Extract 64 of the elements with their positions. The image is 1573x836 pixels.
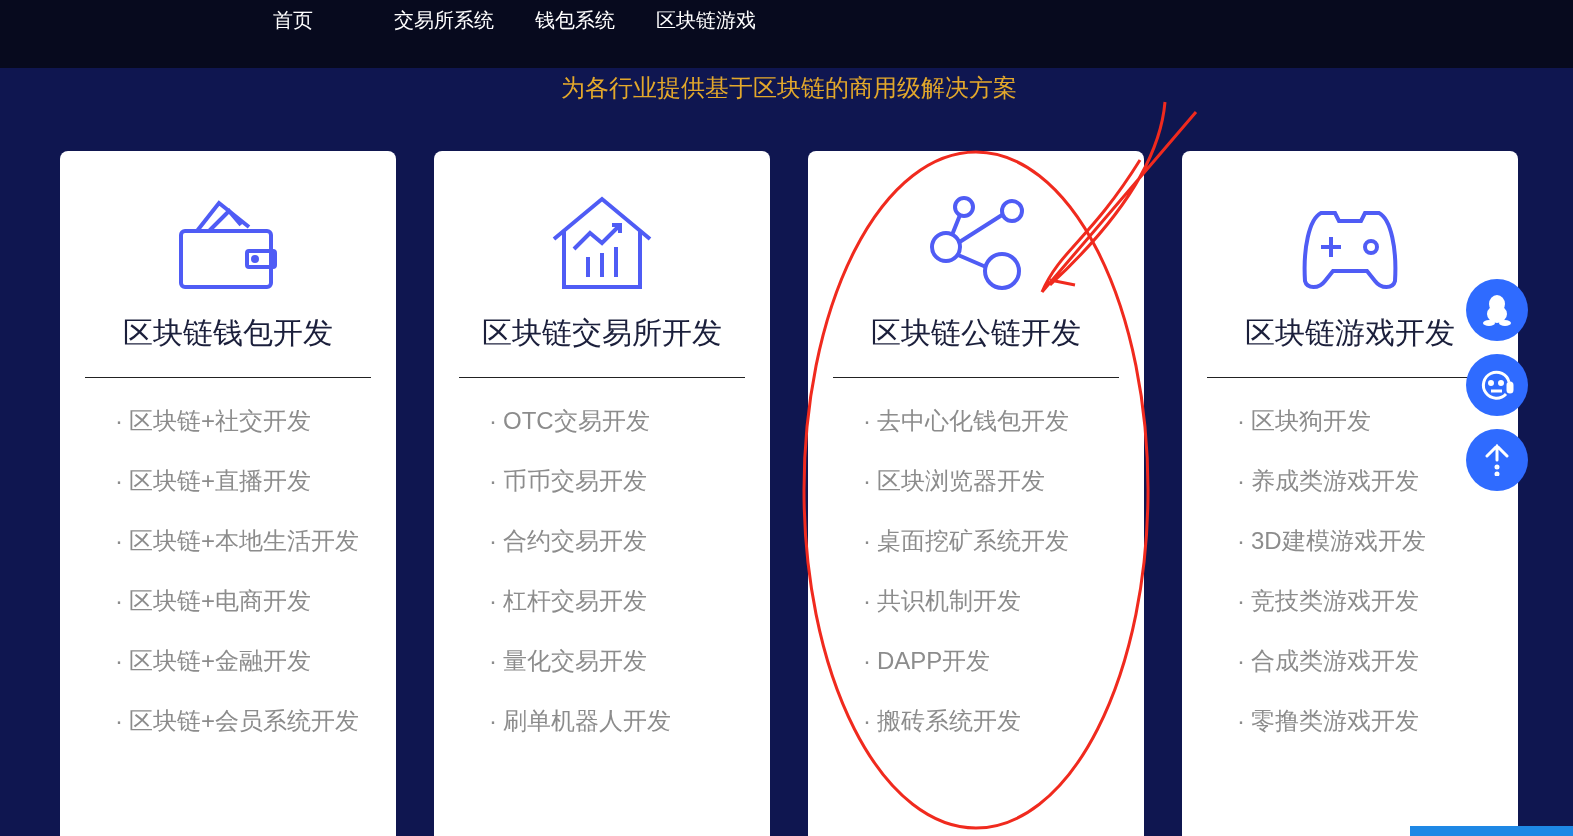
card-title: 区块链钱包开发 — [123, 315, 333, 351]
service-link[interactable]: 区块链+直播开发 — [129, 464, 311, 498]
nav-link[interactable]: 首页 — [273, 5, 313, 35]
service-link[interactable]: 区块狗开发 — [1251, 404, 1371, 438]
service-link[interactable]: 刷单机器人开发 — [503, 704, 671, 738]
bullet: · — [115, 706, 123, 736]
service-link[interactable]: 零撸类游戏开发 — [1251, 704, 1419, 738]
service-link[interactable]: 去中心化钱包开发 — [877, 404, 1069, 438]
house-chart-icon — [552, 195, 652, 291]
bullet: · — [489, 466, 497, 496]
card-title: 区块链公链开发 — [871, 315, 1081, 351]
share-icon — [928, 195, 1024, 291]
bullet: · — [489, 406, 497, 436]
service-link[interactable]: 区块浏览器开发 — [877, 464, 1045, 498]
gamepad-icon — [1301, 209, 1399, 291]
service-link[interactable]: 杠杆交易开发 — [503, 584, 647, 618]
bullet: · — [489, 526, 497, 556]
card-title: 区块链游戏开发 — [1245, 315, 1455, 351]
bullet: · — [115, 526, 123, 556]
card-title: 区块链交易所开发 — [482, 315, 722, 351]
bullet: · — [115, 646, 123, 676]
bullet: · — [1237, 646, 1245, 676]
service-link[interactable]: 区块链+本地生活开发 — [129, 524, 359, 558]
service-link[interactable]: 搬砖系统开发 — [877, 704, 1021, 738]
service-link[interactable]: 桌面挖矿系统开发 — [877, 524, 1069, 558]
service-link[interactable]: 币币交易开发 — [503, 464, 647, 498]
service-link[interactable]: 合成类游戏开发 — [1251, 644, 1419, 678]
service-link[interactable]: 区块链+电商开发 — [129, 584, 311, 618]
service-link[interactable]: 竞技类游戏开发 — [1251, 584, 1419, 618]
bullet: · — [1237, 526, 1245, 556]
wallet-icon — [179, 199, 277, 291]
bullet: · — [115, 586, 123, 616]
bullet: · — [863, 586, 871, 616]
service-link[interactable]: DAPP开发 — [877, 644, 991, 678]
service-link[interactable]: OTC交易开发 — [503, 404, 650, 438]
headset-icon — [1480, 368, 1514, 402]
up-arrow-icon — [1485, 444, 1509, 476]
bullet: · — [115, 466, 123, 496]
bullet: · — [489, 586, 497, 616]
service-link[interactable]: 共识机制开发 — [877, 584, 1021, 618]
penguin-icon — [1483, 294, 1511, 326]
service-link[interactable]: 区块链+金融开发 — [129, 644, 311, 678]
bullet: · — [1237, 466, 1245, 496]
bullet: · — [1237, 706, 1245, 736]
bullet: · — [115, 406, 123, 436]
bullet: · — [1237, 586, 1245, 616]
service-link[interactable]: 养成类游戏开发 — [1251, 464, 1419, 498]
bullet: · — [489, 706, 497, 736]
service-link[interactable]: 3D建模游戏开发 — [1251, 524, 1426, 558]
bullet: · — [863, 406, 871, 436]
bullet: · — [863, 646, 871, 676]
bullet: · — [863, 706, 871, 736]
bullet: · — [863, 466, 871, 496]
bullet: · — [1237, 406, 1245, 436]
bullet: · — [489, 646, 497, 676]
subtitle: 为各行业提供基于区块链的商用级解决方案 — [561, 73, 1017, 103]
nav-link[interactable]: 交易所系统 — [394, 5, 494, 35]
nav-link[interactable]: 钱包系统 — [535, 5, 615, 35]
service-link[interactable]: 合约交易开发 — [503, 524, 647, 558]
service-link[interactable]: 区块链+会员系统开发 — [129, 704, 359, 738]
service-link[interactable]: 量化交易开发 — [503, 644, 647, 678]
bullet: · — [863, 526, 871, 556]
nav-link[interactable]: 区块链游戏 — [656, 5, 756, 35]
service-link[interactable]: 区块链+社交开发 — [129, 404, 311, 438]
